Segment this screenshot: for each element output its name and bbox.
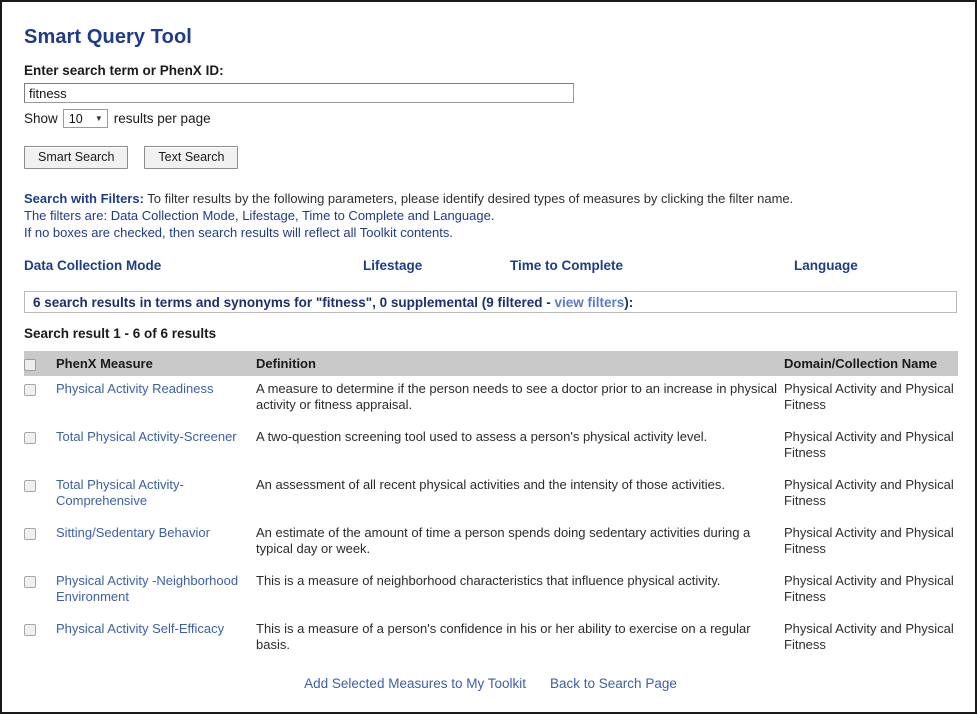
chevron-down-icon: ▼ [94, 113, 103, 123]
smart-query-tool-page: Smart Query Tool Enter search term or Ph… [0, 0, 977, 714]
measure-definition-cell: This is a measure of neighborhood charac… [256, 573, 721, 588]
column-header-domain[interactable]: Domain/Collection Name [784, 351, 958, 376]
row-checkbox[interactable] [24, 575, 36, 588]
measure-definition-cell: An estimate of the amount of time a pers… [256, 525, 751, 556]
column-header-definition[interactable]: Definition [256, 351, 784, 376]
filter-lifestage[interactable]: Lifestage [363, 258, 422, 273]
filter-time-to-complete[interactable]: Time to Complete [510, 258, 623, 273]
page-title: Smart Query Tool [24, 26, 192, 48]
measure-link[interactable]: Total Physical Activity-Screener [56, 429, 237, 444]
row-checkbox[interactable] [24, 527, 36, 540]
results-summary-banner: 6 search results in terms and synonyms f… [24, 291, 957, 313]
measure-domain-cell: Physical Activity and Physical Fitness [784, 429, 954, 460]
measure-link[interactable]: Physical Activity -Neighborhood Environm… [56, 573, 238, 604]
row-checkbox[interactable] [24, 479, 36, 492]
search-with-filters-note: Search with Filters: To filter results b… [24, 190, 957, 241]
measure-link[interactable]: Total Physical Activity-Comprehensive [56, 477, 184, 508]
filters-note-line-1: Search with Filters: To filter results b… [24, 190, 957, 207]
measure-domain-cell: Physical Activity and Physical Fitness [784, 381, 954, 412]
search-buttons: Smart Search Text Search [24, 146, 957, 169]
table-row: Total Physical Activity-Screener A two-qu… [24, 424, 958, 472]
measure-domain-cell: Physical Activity and Physical Fitness [784, 525, 954, 556]
measure-name-cell: Physical Activity Self-Efficacy [56, 616, 256, 664]
results-per-page-select[interactable]: 10 ▼ [62, 109, 108, 128]
measure-name-cell: Total Physical Activity-Comprehensive [56, 472, 256, 520]
results-per-page-value: 10 [68, 111, 83, 126]
table-row: Physical Activity Self-Efficacy This is a… [24, 616, 958, 664]
results-per-page-row: Show 10 ▼ results per page [24, 109, 957, 128]
filters-note-line-2: The filters are: Data Collection Mode, L… [24, 208, 495, 223]
row-checkbox-cell [24, 616, 56, 664]
measure-definition-cell: A two-question screening tool used to as… [256, 429, 708, 444]
row-checkbox-cell [24, 520, 56, 568]
results-summary-suffix: ): [624, 294, 634, 310]
measure-domain-cell: Physical Activity and Physical Fitness [784, 573, 954, 604]
smart-search-button[interactable]: Smart Search [24, 146, 129, 169]
filter-data-collection-mode[interactable]: Data Collection Mode [24, 258, 161, 273]
measure-name-cell: Sitting/Sedentary Behavior [56, 520, 256, 568]
filter-name-row: Data Collection Mode Lifestage Time to C… [24, 258, 957, 278]
column-header-measure[interactable]: PhenX Measure [56, 351, 256, 376]
measure-domain-cell: Physical Activity and Physical Fitness [784, 621, 954, 652]
search-results-table: PhenX Measure Definition Domain/Collecti… [24, 351, 958, 664]
measure-name-cell: Physical Activity -Neighborhood Environm… [56, 568, 256, 616]
add-selected-measures-link[interactable]: Add Selected Measures to My Toolkit [304, 676, 526, 691]
filters-note-line-3: If no boxes are checked, then search res… [24, 225, 453, 240]
select-all-header [24, 351, 56, 376]
table-row: Sitting/Sedentary Behavior An estimate of… [24, 520, 958, 568]
results-summary-prefix: 6 search results in terms and synonyms f… [33, 294, 555, 310]
filters-note-line-1-rest: To filter results by the following param… [143, 191, 794, 206]
row-checkbox[interactable] [24, 623, 36, 636]
row-checkbox-cell [24, 472, 56, 520]
measure-link[interactable]: Physical Activity Readiness [56, 381, 214, 396]
measure-definition-cell: A measure to determine if the person nee… [256, 381, 778, 412]
row-checkbox[interactable] [24, 383, 36, 396]
table-row: Physical Activity Readiness A measure to … [24, 376, 958, 424]
select-all-checkbox[interactable] [24, 358, 36, 371]
row-checkbox-cell [24, 568, 56, 616]
row-checkbox-cell [24, 376, 56, 424]
footer-actions: Add Selected Measures to My Toolkit Back… [24, 676, 957, 691]
show-label: Show [24, 111, 58, 126]
search-with-filters-link[interactable]: Search with Filters: [24, 191, 144, 206]
view-filters-link[interactable]: view filters [554, 295, 624, 310]
measure-link[interactable]: Physical Activity Self-Efficacy [56, 621, 224, 636]
row-checkbox-cell [24, 424, 56, 472]
search-input[interactable] [24, 83, 574, 103]
measure-name-cell: Total Physical Activity-Screener [56, 424, 256, 472]
text-search-button[interactable]: Text Search [144, 146, 239, 169]
search-field-label: Enter search term or PhenX ID: [24, 63, 224, 78]
measure-definition-cell: This is a measure of a person's confiden… [256, 621, 751, 652]
table-row: Total Physical Activity-Comprehensive An … [24, 472, 958, 520]
measure-name-cell: Physical Activity Readiness [56, 376, 256, 424]
filter-language[interactable]: Language [794, 258, 858, 273]
measure-domain-cell: Physical Activity and Physical Fitness [784, 477, 954, 508]
results-per-page-suffix: results per page [113, 111, 211, 126]
measure-link[interactable]: Sitting/Sedentary Behavior [56, 525, 210, 540]
row-checkbox[interactable] [24, 431, 36, 444]
measure-definition-cell: An assessment of all recent physical act… [256, 477, 725, 492]
result-range-label: Search result 1 - 6 of 6 results [24, 326, 217, 341]
table-row: Physical Activity -Neighborhood Environm… [24, 568, 958, 616]
table-header-row: PhenX Measure Definition Domain/Collecti… [24, 351, 958, 376]
back-to-search-page-link[interactable]: Back to Search Page [550, 676, 677, 691]
